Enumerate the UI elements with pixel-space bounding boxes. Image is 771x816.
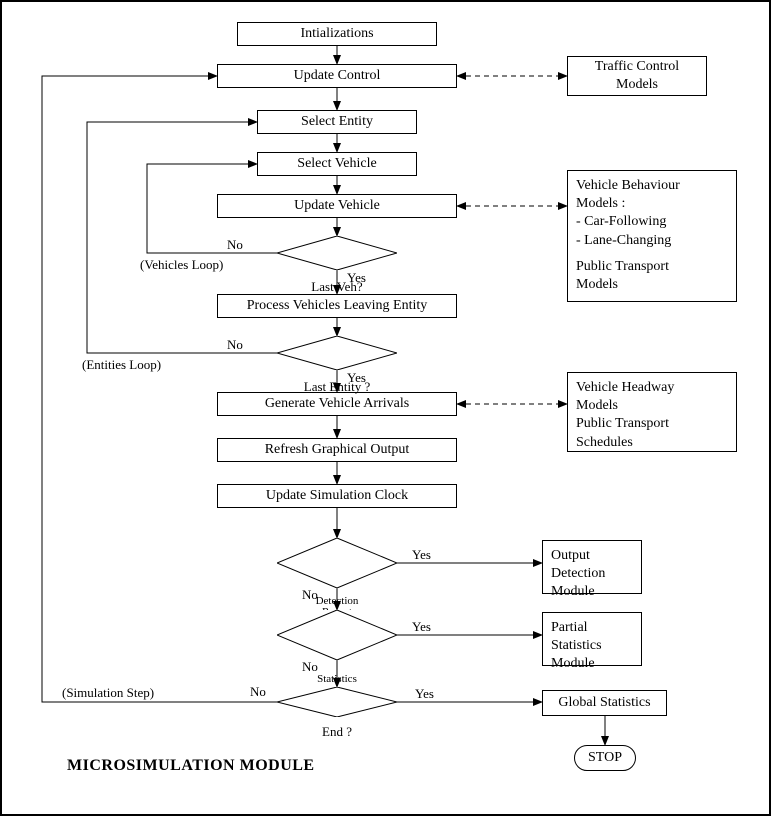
label-entities-loop: (Entities Loop) xyxy=(82,357,161,373)
vb-l5: Public Transport xyxy=(576,258,669,276)
decision-last-entity: Last Entity ? xyxy=(277,336,397,370)
annotation-traffic-control: Traffic Control Models xyxy=(567,56,707,96)
box-update-clock: Update Simulation Clock xyxy=(217,484,457,508)
vb-l2: Models : xyxy=(576,195,625,213)
decision-last-veh: Last Veh? xyxy=(277,236,397,270)
vb-l1: Vehicle Behaviour xyxy=(576,177,680,195)
decision-statistics-report: Statistics Report ? xyxy=(277,610,397,660)
box-global-stats: Global Statistics xyxy=(542,690,667,716)
traffic-l2: Models xyxy=(616,76,658,94)
label-yes-detection: Yes xyxy=(412,547,431,563)
partial-stats-l1: Partial xyxy=(551,619,588,637)
box-output-detection: Output Detection Module xyxy=(542,540,642,594)
label-no-lastveh: No xyxy=(227,237,243,253)
box-update-vehicle: Update Vehicle xyxy=(217,194,457,218)
annotation-headway: Vehicle Headway Models Public Transport … xyxy=(567,372,737,452)
label-yes-lastveh: Yes xyxy=(347,270,366,286)
hw-l4: Schedules xyxy=(576,434,633,452)
label-no-stats: No xyxy=(302,659,318,675)
traffic-l1: Traffic Control xyxy=(595,58,679,76)
label-no-detection: No xyxy=(302,587,318,603)
box-partial-stats: Partial Statistics Module xyxy=(542,612,642,666)
hw-l1: Vehicle Headway xyxy=(576,379,674,397)
vb-l6: Models xyxy=(576,276,618,294)
stats-l1: Statistics xyxy=(317,673,357,685)
annotation-vehicle-behaviour: Vehicle Behaviour Models : - Car-Followi… xyxy=(567,170,737,302)
box-process-leaving: Process Vehicles Leaving Entity xyxy=(217,294,457,318)
terminator-stop: STOP xyxy=(574,745,636,771)
out-detection-l3: Module xyxy=(551,583,595,601)
label-yes-lastentity: Yes xyxy=(347,370,366,386)
out-detection-l2: Detection xyxy=(551,565,605,583)
vb-l4: - Lane-Changing xyxy=(576,232,671,250)
partial-stats-l3: Module xyxy=(551,655,595,673)
flowchart-container: Intializations Update Control Select Ent… xyxy=(0,0,771,816)
box-update-control: Update Control xyxy=(217,64,457,88)
partial-stats-l2: Statistics xyxy=(551,637,602,655)
label-no-end: No xyxy=(250,684,266,700)
box-generate-arrivals: Generate Vehicle Arrivals xyxy=(217,392,457,416)
label-yes-end: Yes xyxy=(415,686,434,702)
out-detection-l1: Output xyxy=(551,547,590,565)
box-initializations: Intializations xyxy=(237,22,437,46)
detection-l1: Detection xyxy=(316,596,359,608)
vb-l3: - Car-Following xyxy=(576,213,666,231)
label-simulation-step: (Simulation Step) xyxy=(62,685,154,701)
box-select-entity: Select Entity xyxy=(257,110,417,134)
module-title: MICROSIMULATION MODULE xyxy=(67,757,315,775)
box-refresh-graphical: Refresh Graphical Output xyxy=(217,438,457,462)
hw-l3: Public Transport xyxy=(576,415,669,433)
box-select-vehicle: Select Vehicle xyxy=(257,152,417,176)
decision-end-label: End ? xyxy=(277,717,397,747)
label-no-lastentity: No xyxy=(227,337,243,353)
decision-detection-report: Detection Report ? xyxy=(277,538,397,588)
decision-end: End ? xyxy=(277,687,397,717)
label-vehicles-loop: (Vehicles Loop) xyxy=(140,257,223,273)
label-yes-stats: Yes xyxy=(412,619,431,635)
hw-l2: Models xyxy=(576,397,618,415)
